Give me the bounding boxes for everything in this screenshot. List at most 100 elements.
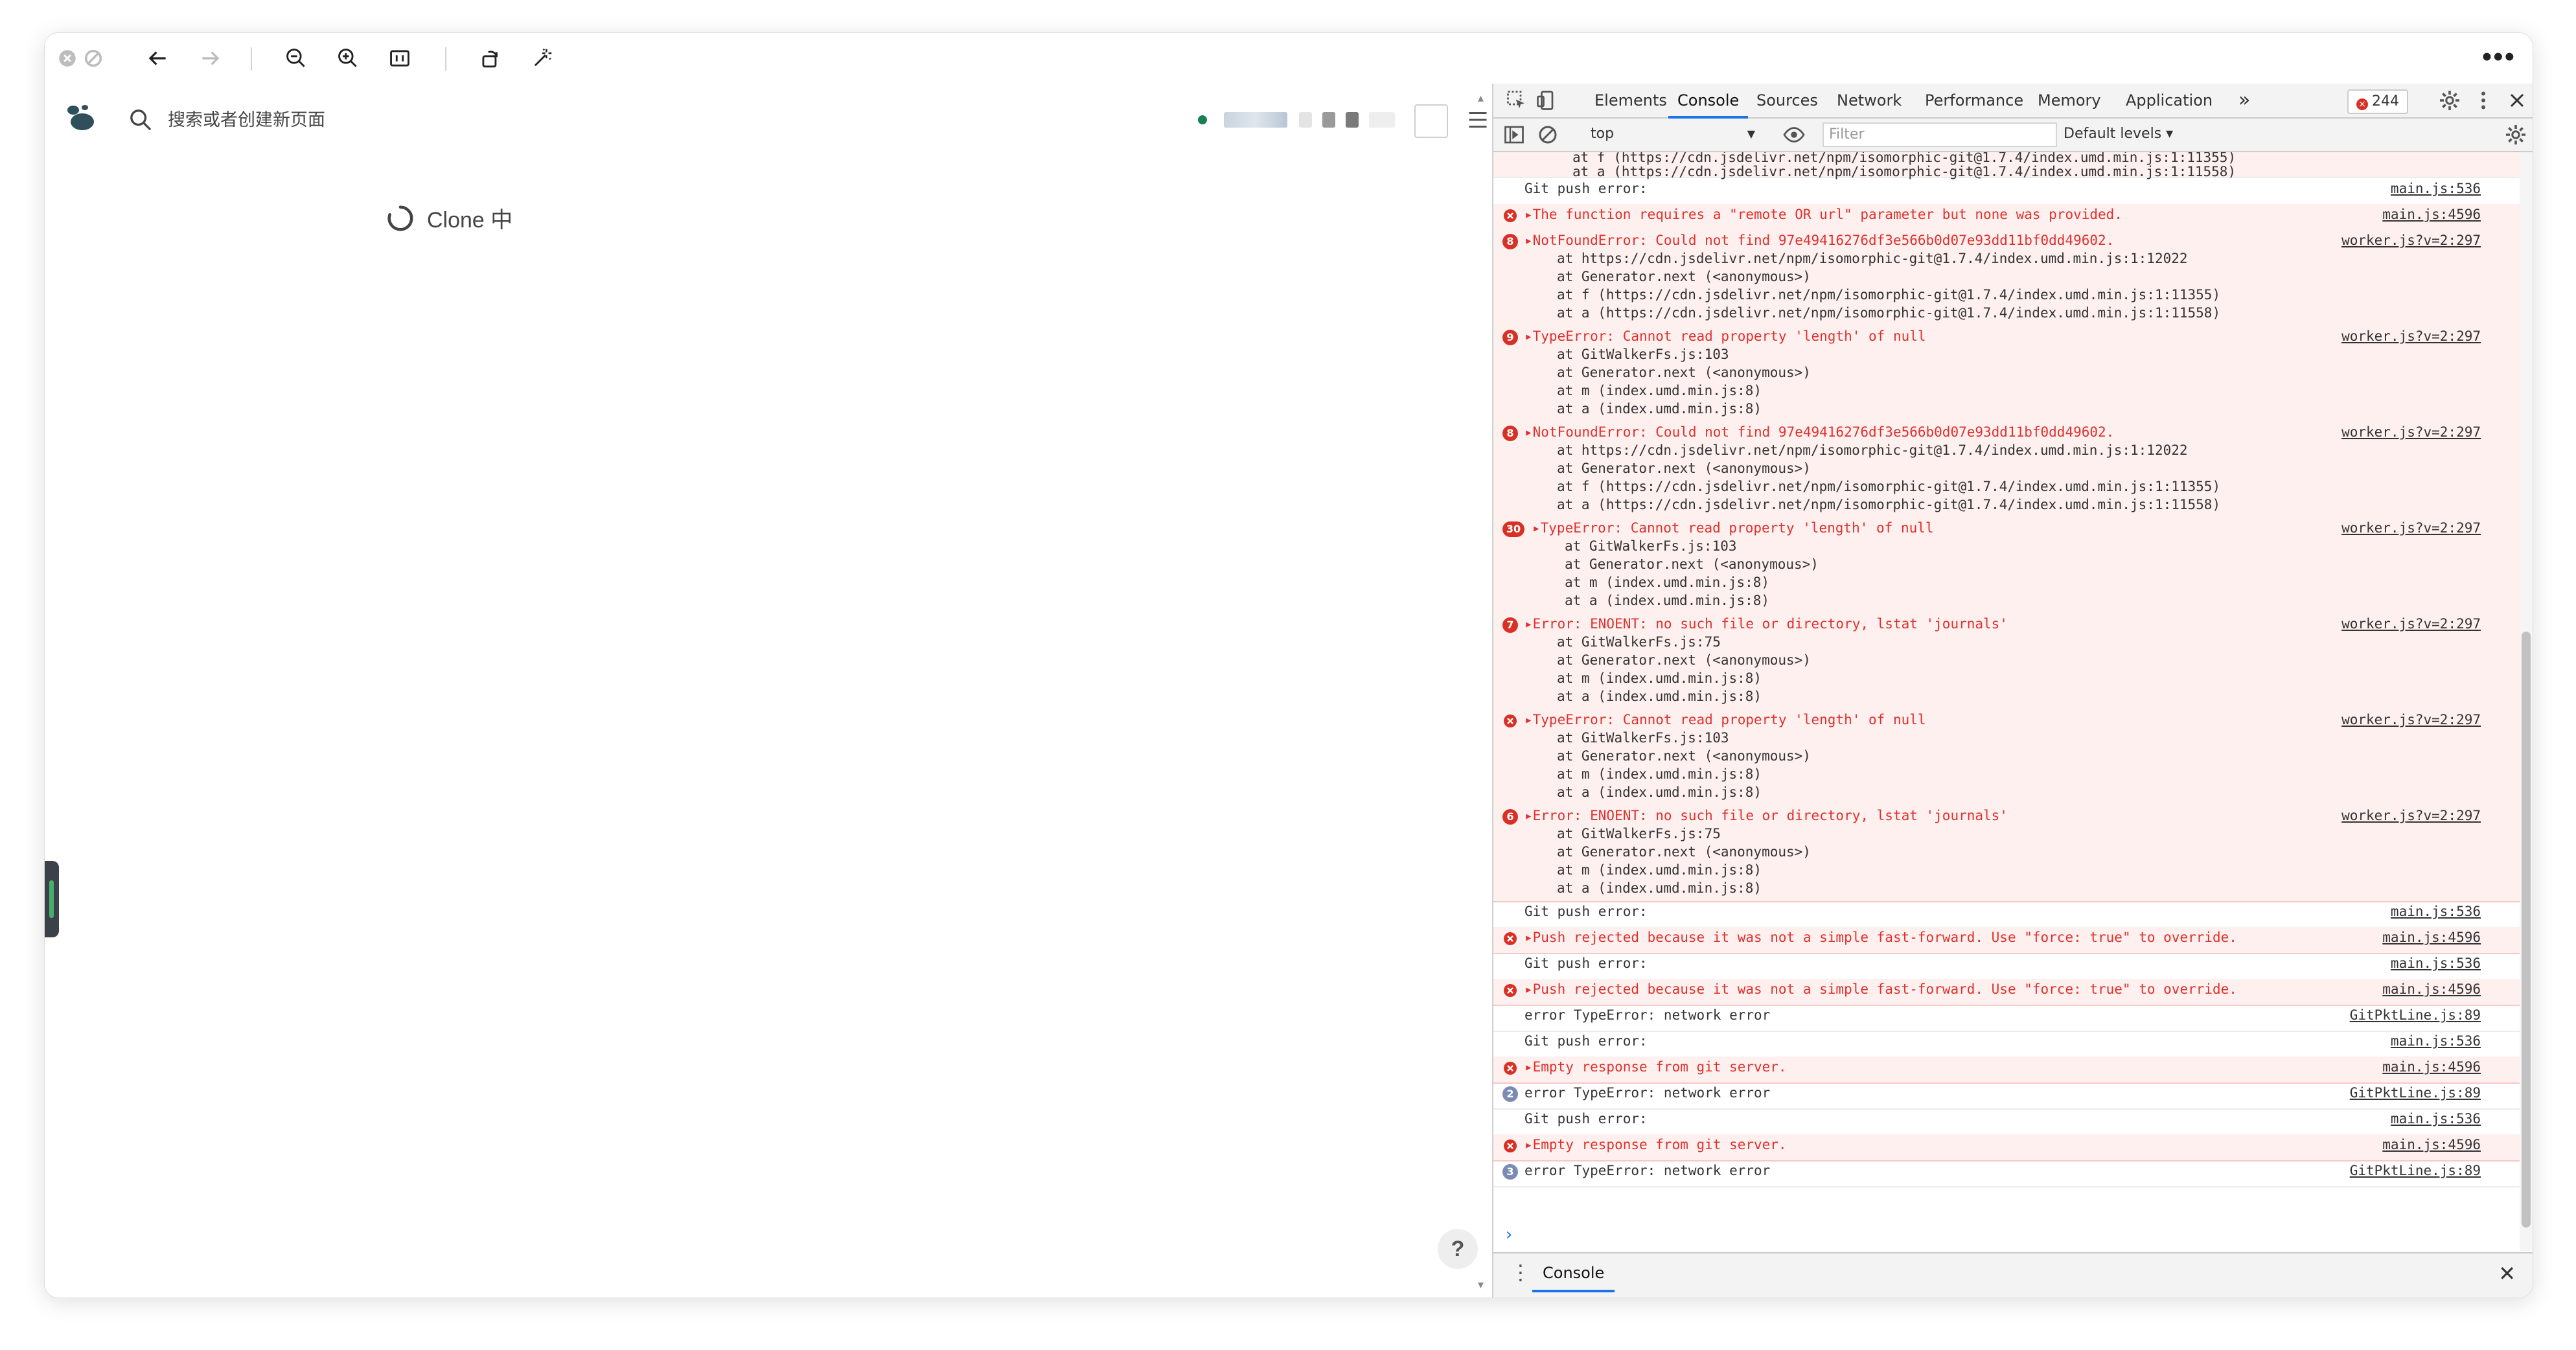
stack-line[interactable]: at Generator.next (<anonymous>) [1557,747,1811,765]
zoom-out-button[interactable] [281,40,312,77]
source-link[interactable]: main.js:4596 [2382,1058,2481,1076]
close-drawer-icon[interactable]: ✕ [2498,1261,2516,1286]
console-log-row[interactable]: 3 error TypeError: network error GitPktLin… [1493,1160,2520,1187]
magic-wand-button[interactable] [527,40,558,77]
stack-line[interactable]: at m (index.umd.min.js:8) [1557,382,1762,400]
tab-application[interactable]: Application [2126,84,2213,117]
sync-status-dot[interactable] [1198,115,1207,124]
minimize-window-button[interactable] [82,40,104,77]
console-log-row[interactable]: Git push error: main.js:536 [1493,901,2520,928]
console-log-row[interactable]: Git push error: main.js:536 [1493,1031,2520,1058]
source-link[interactable]: main.js:4596 [2382,1136,2481,1154]
source-link[interactable]: main.js:4596 [2382,980,2481,998]
stack-line[interactable]: at a (index.umd.min.js:8) [1557,400,1762,418]
source-link[interactable]: worker.js?v=2:297 [2341,711,2481,729]
stack-line[interactable]: at a (https://cdn.jsdelivr.net/npm/isomo… [1557,304,2220,322]
device-toolbar-icon[interactable] [1535,89,1558,112]
context-selector[interactable]: top ▼ [1587,124,1759,144]
stack-line[interactable]: at a (index.umd.min.js:8) [1565,591,1769,610]
console-error-row[interactable]: ▸Push rejected because it was not a simp… [1493,927,2520,954]
console-log-row[interactable]: Git push error: main.js:536 [1493,178,2520,205]
console-error-row[interactable]: 8 ▸NotFoundError: Could not find 97e49416… [1493,422,2520,519]
search-icon[interactable] [128,107,154,133]
scroll-down-arrow-icon[interactable]: ▾ [1478,1278,1484,1292]
console-error-row[interactable]: 6 ▸Error: ENOENT: no such file or directo… [1493,805,2520,902]
source-link[interactable]: main.js:536 [2391,1032,2481,1050]
console-prompt[interactable]: › [1504,1225,1514,1244]
error-count-badge[interactable]: × 244 [2347,89,2408,114]
stack-line[interactable]: at a (https://cdn.jsdelivr.net/npm/isomo… [1557,496,2220,514]
stack-line[interactable]: at Generator.next (<anonymous>) [1557,268,1811,286]
console-error-row[interactable]: 9 ▸TypeError: Cannot read property 'lengt… [1493,326,2520,423]
console-scrollbar[interactable] [2520,152,2533,1251]
console-log-row[interactable]: Git push error: main.js:536 [1493,1108,2520,1136]
source-link[interactable]: GitPktLine.js:89 [2350,1084,2481,1102]
rotate-button[interactable] [475,40,506,77]
tab-console[interactable]: Console [1668,84,1749,119]
console-error-row[interactable]: ▸TypeError: Cannot read property 'length… [1493,709,2520,807]
stack-line[interactable]: at Generator.next (<anonymous>) [1557,363,1811,382]
console-log-row[interactable]: 2 error TypeError: network error GitPktLin… [1493,1082,2520,1110]
stack-line[interactable]: at Generator.next (<anonymous>) [1565,555,1819,573]
search-input[interactable]: 搜索或者创建新页面 [168,107,325,133]
more-tabs-button[interactable]: » [2238,84,2250,117]
tab-memory[interactable]: Memory [2038,84,2101,117]
zoom-in-button[interactable] [332,40,363,77]
stack-line[interactable]: at GitWalkerFs.js:103 [1557,345,1729,363]
close-devtools-icon[interactable] [2505,89,2529,112]
console-error-row[interactable]: ▸The function requires a "remote OR url"… [1493,204,2520,231]
stack-line[interactable]: at a (index.umd.min.js:8) [1557,687,1762,705]
source-link[interactable]: main.js:4596 [2382,205,2481,223]
user-avatar[interactable] [1224,112,1287,128]
help-button[interactable]: ? [1438,1229,1478,1269]
source-link[interactable]: GitPktLine.js:89 [2350,1161,2481,1180]
source-link[interactable]: worker.js?v=2:297 [2341,615,2481,633]
console-log-row[interactable]: Git push error: main.js:536 [1493,953,2520,980]
tab-performance[interactable]: Performance [1925,84,2023,117]
source-link[interactable]: worker.js?v=2:297 [2341,807,2481,825]
tab-elements[interactable]: Elements [1594,84,1667,117]
stack-line[interactable]: at m (index.umd.min.js:8) [1557,765,1762,783]
source-link[interactable]: worker.js?v=2:297 [2341,231,2481,249]
stack-line[interactable]: at https://cdn.jsdelivr.net/npm/isomorph… [1557,441,2188,459]
source-link[interactable]: GitPktLine.js:89 [2350,1006,2481,1024]
sidebar-toggle-icon[interactable] [1502,123,1526,146]
stack-line[interactable]: at m (index.umd.min.js:8) [1565,573,1769,591]
drawer-menu-icon[interactable]: ⋮ [1510,1260,1531,1285]
scrollbar-thumb[interactable] [2522,632,2531,1228]
console-error-row[interactable]: ▸Push rejected because it was not a simp… [1493,979,2520,1006]
stack-line[interactable]: at Generator.next (<anonymous>) [1557,651,1811,669]
stack-line[interactable]: at f (https://cdn.jsdelivr.net/npm/isomo… [1557,286,2220,304]
filter-input[interactable]: Filter [1823,122,2057,147]
close-window-button[interactable] [56,40,78,77]
stack-line[interactable]: at GitWalkerFs.js:103 [1565,537,1737,555]
forward-button[interactable] [195,40,226,77]
scrollbar[interactable]: ▴ ▾ [1474,84,1491,1298]
console-log-row[interactable]: error TypeError: network error GitPktLine… [1493,1005,2520,1032]
stack-line[interactable]: at m (index.umd.min.js:8) [1557,861,1762,879]
console-error-row[interactable]: 30 ▸TypeError: Cannot read property 'leng… [1493,518,2520,615]
tab-network[interactable]: Network [1837,84,1902,117]
stack-line[interactable]: at Generator.next (<anonymous>) [1557,459,1811,477]
stack-line[interactable]: at GitWalkerFs.js:75 [1557,633,1721,651]
console-error-row[interactable]: ▸Empty response from git server. main.js:… [1493,1134,2520,1161]
stack-line[interactable]: at a (index.umd.min.js:8) [1557,879,1762,897]
stack-line[interactable]: at GitWalkerFs.js:75 [1557,825,1721,843]
back-button[interactable] [142,40,173,77]
source-link[interactable]: worker.js?v=2:297 [2341,327,2481,345]
console-settings-gear-icon[interactable] [2504,123,2527,146]
source-link[interactable]: worker.js?v=2:297 [2341,423,2481,441]
console-output[interactable]: at f (https://cdn.jsdelivr.net/npm/isomo… [1493,152,2520,1251]
log-levels-dropdown[interactable]: Default levels ▾ [2064,124,2173,144]
source-link[interactable]: main.js:536 [2391,179,2481,198]
source-link[interactable]: main.js:536 [2391,1110,2481,1128]
clear-console-icon[interactable] [1536,123,1559,146]
broken-image-icon[interactable] [1414,104,1448,138]
more-menu-button[interactable]: ••• [2482,38,2516,76]
source-link[interactable]: main.js:536 [2391,954,2481,972]
source-link[interactable]: main.js:4596 [2382,928,2481,946]
stack-line[interactable]: at m (index.umd.min.js:8) [1557,669,1762,687]
stack-line[interactable]: at a (index.umd.min.js:8) [1557,783,1762,801]
scroll-up-arrow-icon[interactable]: ▴ [1478,91,1484,105]
stack-line[interactable]: at https://cdn.jsdelivr.net/npm/isomorph… [1557,249,2188,268]
